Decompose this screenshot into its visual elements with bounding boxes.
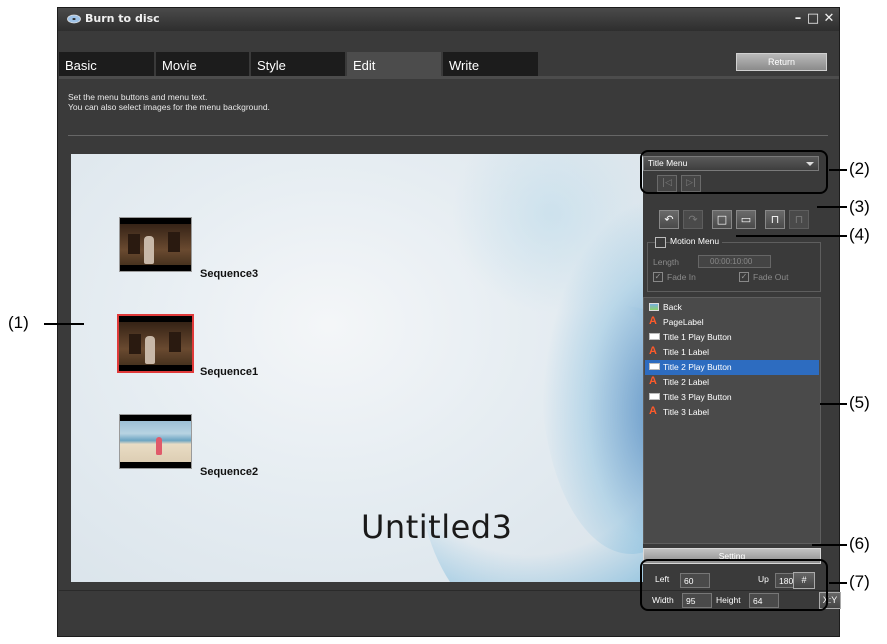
button-icon — [649, 363, 660, 370]
length-label: Length — [653, 257, 679, 267]
text-icon: A — [649, 315, 657, 327]
layer-label: PageLabel — [663, 317, 704, 327]
maximize-button[interactable]: □ — [805, 10, 821, 28]
fade-in-label: Fade In — [667, 272, 696, 282]
image-icon — [649, 303, 659, 311]
text-icon: A — [649, 345, 657, 357]
description-line-2: You can also select images for the menu … — [68, 102, 270, 112]
motion-menu-checkbox[interactable] — [655, 237, 666, 248]
layer-list: Back A PageLabel Title 1 Play Button A T… — [643, 297, 821, 544]
fade-out-label: Fade Out — [753, 272, 789, 282]
list-item[interactable]: A Title 2 Label — [645, 375, 819, 390]
square-icon: □ — [716, 213, 728, 226]
list-item[interactable]: A Title 3 Label — [645, 405, 819, 420]
delete-menu-button[interactable]: ⊓ — [789, 210, 809, 229]
tab-write[interactable]: Write — [443, 52, 539, 76]
thumbnail-sequence3[interactable] — [119, 217, 192, 272]
page-delete-icon: ⊓ — [794, 213, 804, 226]
return-button[interactable]: Return — [736, 53, 827, 71]
button-icon — [649, 333, 660, 340]
callout-1: (1) — [8, 313, 29, 332]
callout-7: (7) — [849, 572, 870, 591]
list-item[interactable]: Title 2 Play Button — [645, 360, 819, 375]
callout-box-2 — [640, 150, 828, 194]
tab-edit[interactable]: Edit — [347, 52, 442, 76]
fade-out-checkbox[interactable]: ✓ — [739, 272, 749, 282]
callout-leader — [829, 582, 847, 584]
description-text: Set the menu buttons and menu text. You … — [68, 92, 270, 112]
add-text-button[interactable]: ▭ — [736, 210, 756, 229]
callout-leader — [736, 235, 847, 237]
undo-icon: ↶ — [664, 213, 674, 226]
list-item[interactable]: A PageLabel — [645, 315, 819, 330]
description-line-1: Set the menu buttons and menu text. — [68, 92, 208, 102]
add-button-button[interactable]: □ — [712, 210, 732, 229]
menu-title-text[interactable]: Untitled3 — [361, 508, 512, 546]
callout-4: (4) — [849, 225, 870, 244]
redo-button[interactable]: ↷ — [683, 210, 703, 229]
tab-movie[interactable]: Movie — [156, 52, 250, 76]
thumbnail-label[interactable]: Sequence3 — [200, 268, 258, 280]
layer-label: Title 2 Label — [663, 377, 709, 387]
close-button[interactable]: ✕ — [821, 10, 837, 28]
callout-leader — [812, 544, 847, 546]
layer-label: Title 3 Label — [663, 407, 709, 417]
tab-underline — [59, 76, 839, 79]
layer-label: Title 1 Play Button — [663, 332, 732, 342]
length-field[interactable]: 00:00:10:00 — [698, 255, 771, 268]
undo-button[interactable]: ↶ — [659, 210, 679, 229]
fade-in-checkbox[interactable]: ✓ — [653, 272, 663, 282]
window-title: Burn to disc — [85, 12, 160, 25]
callout-2: (2) — [849, 159, 870, 178]
callout-leader — [829, 169, 847, 171]
text-icon: A — [649, 405, 657, 417]
menu-preview-canvas[interactable]: Sequence3 Sequence1 Sequence2 Untitled3 — [71, 154, 643, 582]
list-item[interactable]: Back — [645, 300, 819, 315]
redo-icon: ↷ — [688, 213, 698, 226]
title-bar: Burn to disc – □ ✕ — [58, 8, 839, 31]
button-icon — [649, 393, 660, 400]
motion-menu-label[interactable]: Motion Menu — [670, 236, 723, 246]
list-item[interactable]: A Title 1 Label — [645, 345, 819, 360]
callout-5: (5) — [849, 393, 870, 412]
list-item[interactable]: Title 3 Play Button — [645, 390, 819, 405]
menu-edit-panel: Title Menu |◁ ▷| ↶ ↷ □ ▭ ⊓ ⊓ Motion Menu… — [643, 154, 825, 589]
tab-basic[interactable]: Basic — [59, 52, 155, 76]
thumbnail-label[interactable]: Sequence1 — [200, 366, 258, 378]
text-icon: A — [649, 375, 657, 387]
layer-label: Title 1 Label — [663, 347, 709, 357]
callout-leader — [817, 206, 847, 208]
callout-3: (3) — [849, 197, 870, 216]
disc-burn-icon — [67, 14, 81, 24]
divider — [68, 135, 828, 136]
layer-label: Title 3 Play Button — [663, 392, 732, 402]
thumbnail-sequence1[interactable] — [117, 314, 194, 373]
thumbnail-label[interactable]: Sequence2 — [200, 466, 258, 478]
layer-label: Back — [663, 302, 682, 312]
callout-6: (6) — [849, 534, 870, 553]
burn-to-disc-window: Burn to disc – □ ✕ Basic Movie Style Edi… — [57, 7, 840, 637]
page-insert-icon: ⊓ — [770, 213, 780, 226]
tab-style[interactable]: Style — [251, 52, 346, 76]
monitor-icon: ▭ — [740, 213, 752, 226]
list-item[interactable]: Title 1 Play Button — [645, 330, 819, 345]
minimize-button[interactable]: – — [790, 10, 806, 28]
thumbnail-sequence2[interactable] — [119, 414, 192, 469]
callout-leader — [820, 403, 847, 405]
layer-label: Title 2 Play Button — [663, 362, 732, 372]
callout-leader — [44, 323, 84, 325]
insert-menu-button[interactable]: ⊓ — [765, 210, 785, 229]
callout-box-7 — [640, 559, 828, 611]
